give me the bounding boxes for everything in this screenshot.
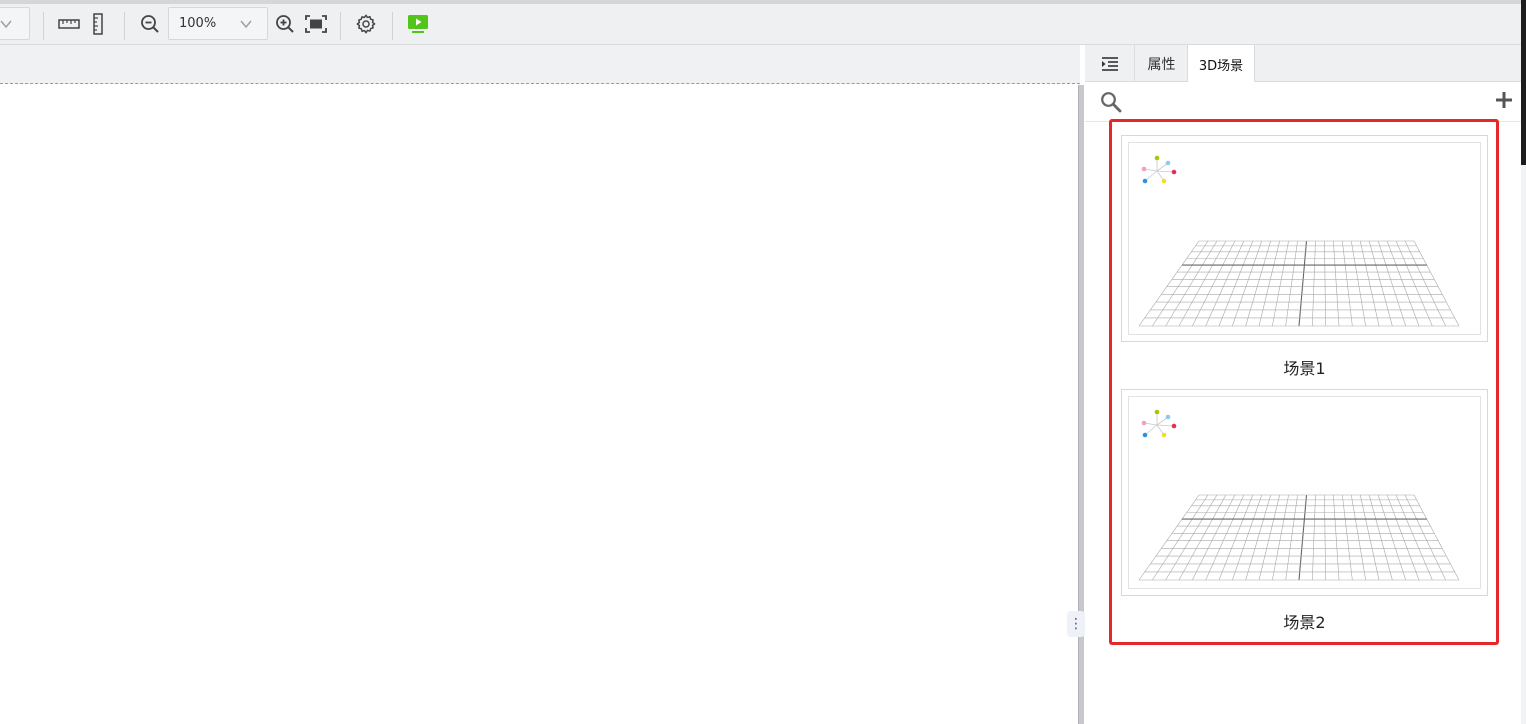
ruler-horizontal-button[interactable]: [56, 12, 82, 36]
floor-grid: [1138, 240, 1460, 327]
scene-label: 场景2: [1283, 613, 1326, 632]
outline-toggle-button[interactable]: [1085, 45, 1135, 82]
outline-list-icon: [1101, 56, 1118, 71]
chevron-down-icon: [240, 20, 252, 29]
scene-thumbnail[interactable]: [1121, 389, 1488, 596]
tab-3d-scene[interactable]: 3D场景: [1187, 45, 1255, 83]
add-icon[interactable]: [1495, 91, 1513, 109]
axis-gizmo-icon: [1141, 155, 1177, 184]
fit-screen-icon: [305, 15, 327, 33]
search-icon[interactable]: [1100, 91, 1122, 113]
floor-grid: [1138, 494, 1460, 581]
settings-button[interactable]: [353, 11, 379, 37]
zoom-in-button[interactable]: [273, 12, 297, 36]
zoom-level-value: 100%: [179, 16, 217, 31]
scene-search-bar: [1085, 82, 1521, 122]
scene-grid-preview: [1138, 409, 1460, 581]
splitter-handle[interactable]: ⋮: [1067, 611, 1085, 637]
scene-thumbnail[interactable]: [1121, 135, 1488, 342]
scene-label: 场景1: [1283, 359, 1326, 378]
scene-grid-preview: [1138, 155, 1460, 327]
top-toolbar: 100%: [0, 0, 1526, 45]
preview-button[interactable]: [405, 11, 431, 37]
fit-screen-button[interactable]: [303, 12, 329, 36]
preview-play-icon: [408, 15, 428, 33]
zoom-in-icon: [276, 15, 294, 33]
window-edge-dark: [1521, 0, 1526, 165]
tab-properties[interactable]: 属性: [1136, 45, 1187, 82]
toolbar-divider: [124, 12, 125, 40]
scene-preview: [1128, 396, 1481, 589]
scene-preview: [1128, 142, 1481, 335]
panel-tab-bar: 属性 3D场景: [1085, 45, 1521, 83]
design-canvas[interactable]: [0, 85, 1078, 724]
chevron-down-icon: [0, 20, 12, 29]
ruler-vertical-button[interactable]: [88, 10, 108, 38]
toolbar-divider: [43, 12, 44, 40]
ruler-vertical-icon: [93, 13, 103, 35]
toolbar-divider: [392, 12, 393, 40]
zoom-level-select[interactable]: 100%: [168, 7, 268, 40]
canvas-header-bar: [0, 45, 1080, 84]
zoom-out-icon: [141, 15, 159, 33]
zoom-out-button[interactable]: [138, 12, 162, 36]
scene-card[interactable]: 场景2: [1121, 389, 1488, 634]
scene-card[interactable]: 场景1: [1121, 135, 1488, 380]
toolbar-divider: [340, 12, 341, 40]
ruler-horizontal-icon: [58, 19, 80, 29]
settings-gear-icon: [356, 14, 376, 34]
previous-dropdown[interactable]: [0, 7, 30, 40]
right-panel: 属性 3D场景 场景1 场景2: [1085, 45, 1521, 724]
axis-gizmo-icon: [1141, 409, 1177, 438]
scene-list: 场景1 场景2: [1109, 119, 1499, 645]
